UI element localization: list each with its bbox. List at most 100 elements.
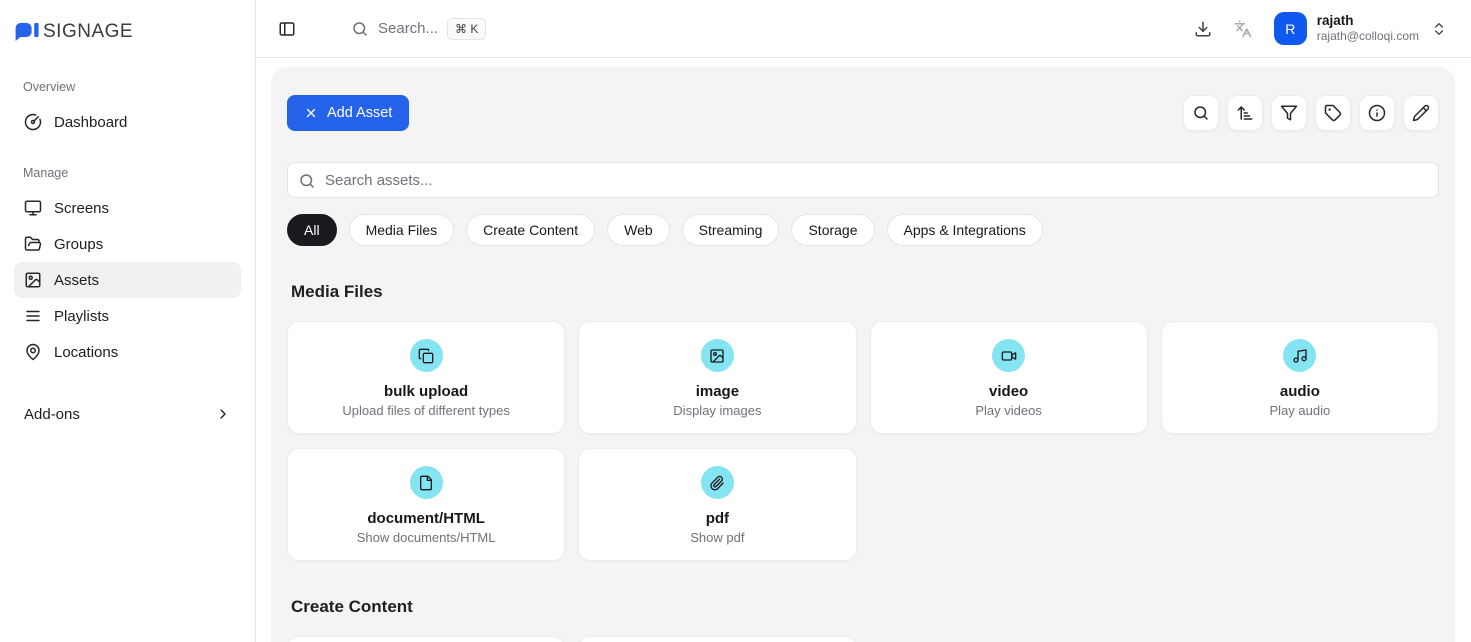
icon-bubble [992,339,1025,372]
search-assets-button[interactable] [1183,95,1219,131]
asset-card-audio[interactable]: audio Play audio [1161,321,1439,434]
card-title: audio [1174,383,1426,400]
filter-pill-all[interactable]: All [287,214,337,246]
filter-pill-storage[interactable]: Storage [791,214,874,246]
language-button[interactable] [1234,20,1252,38]
asset-toolbar [1183,95,1439,131]
sidebar-item-playlists[interactable]: Playlists [14,298,241,334]
nav-group-label: Manage [14,166,241,180]
chevron-right-icon [215,406,231,422]
download-button[interactable] [1194,20,1212,38]
card-subtitle: Play videos [883,403,1135,418]
funnel-icon [1280,104,1298,122]
card-subtitle: Play audio [1174,403,1426,418]
filter-pill-apps-integrations[interactable]: Apps & Integrations [887,214,1043,246]
card-subtitle: Upload files of different types [300,403,552,418]
sidebar: SIGNAGE Overview Dashboard Manage Screen… [0,0,256,642]
file-icon [418,475,434,491]
sidebar-item-label: Playlists [54,308,109,325]
global-search-placeholder: Search... [378,20,438,37]
icon-bubble [1283,339,1316,372]
global-search[interactable]: Search... ⌘ K [351,18,486,40]
card-title: pdf [591,510,843,527]
download-icon [1194,20,1212,38]
asset-card-bulk-upload[interactable]: bulk upload Upload files of different ty… [287,321,565,434]
list-icon [24,307,42,325]
sidebar-toggle-button[interactable] [273,15,301,43]
icon-bubble [410,339,443,372]
pisignage-logo-icon [14,22,40,42]
asset-card-pdf[interactable]: pdf Show pdf [578,448,856,561]
filter-pill-streaming[interactable]: Streaming [682,214,780,246]
map-pin-icon [24,343,42,361]
panel-header: Add Asset [287,95,1439,131]
brand-name: SIGNAGE [43,21,133,43]
sidebar-item-label: Dashboard [54,114,127,131]
chevrons-up-down-icon [1431,21,1447,37]
translate-icon [1234,20,1252,38]
filter-pill-web[interactable]: Web [607,214,670,246]
add-asset-button[interactable]: Add Asset [287,95,409,131]
image-icon [24,271,42,289]
create-content-grid [287,636,1439,642]
card-title: document/HTML [300,510,552,527]
info-icon [1368,104,1386,122]
video-camera-icon [1001,348,1017,364]
asset-card-document-html[interactable]: document/HTML Show documents/HTML [287,448,565,561]
monitor-icon [24,199,42,217]
filter-pill-create-content[interactable]: Create Content [466,214,595,246]
app-root: SIGNAGE Overview Dashboard Manage Screen… [0,0,1471,642]
sort-button[interactable] [1227,95,1263,131]
sidebar-item-dashboard[interactable]: Dashboard [14,104,241,140]
sidebar-item-label: Screens [54,200,109,217]
tag-icon [1324,104,1342,122]
sidebar-item-assets[interactable]: Assets [14,262,241,298]
topbar-right: R rajath rajath@colloqi.com [1194,12,1447,45]
sidebar-item-label: Assets [54,272,99,289]
tags-button[interactable] [1315,95,1351,131]
edit-button[interactable] [1403,95,1439,131]
shortcut-badge: ⌘ K [447,18,486,40]
sort-ascending-icon [1236,104,1254,122]
sidebar-item-screens[interactable]: Screens [14,190,241,226]
sidebar-item-label: Groups [54,236,103,253]
nav-group-overview: Overview Dashboard [14,80,241,140]
sidebar-item-groups[interactable]: Groups [14,226,241,262]
paperclip-icon [709,475,725,491]
music-note-icon [1292,348,1308,364]
user-meta: rajath rajath@colloqi.com [1317,13,1419,44]
filter-pill-media-files[interactable]: Media Files [349,214,455,246]
user-email: rajath@colloqi.com [1317,29,1419,43]
folder-open-icon [24,235,42,253]
assets-panel: Add Asset [271,67,1455,642]
main-content: Add Asset [256,58,1471,642]
nav-group-manage: Manage Screens Groups Assets Playlists L… [14,166,241,370]
pisignage-logo: SIGNAGE [14,20,241,44]
filter-button[interactable] [1271,95,1307,131]
sidebar-item-addons[interactable]: Add-ons [14,396,241,432]
card-title: video [883,383,1135,400]
section-title-create-content: Create Content [291,597,1435,617]
search-icon [351,20,369,38]
asset-card-message[interactable] [287,636,565,642]
info-button[interactable] [1359,95,1395,131]
panel-left-icon [278,20,296,38]
card-subtitle: Show documents/HTML [300,530,552,545]
section-title-media-files: Media Files [291,282,1435,302]
asset-search-input[interactable] [287,162,1439,198]
add-asset-label: Add Asset [327,105,392,121]
sidebar-item-locations[interactable]: Locations [14,334,241,370]
asset-card-notice[interactable] [578,636,856,642]
gauge-icon [24,113,42,131]
card-title: bulk upload [300,383,552,400]
icon-bubble [701,466,734,499]
user-menu[interactable]: R rajath rajath@colloqi.com [1274,12,1447,45]
copy-files-icon [418,348,434,364]
user-name: rajath [1317,13,1419,29]
card-title: image [591,383,843,400]
image-icon [709,348,725,364]
addons-label: Add-ons [24,406,80,423]
asset-card-image[interactable]: image Display images [578,321,856,434]
search-icon [298,172,316,190]
asset-card-video[interactable]: video Play videos [870,321,1148,434]
